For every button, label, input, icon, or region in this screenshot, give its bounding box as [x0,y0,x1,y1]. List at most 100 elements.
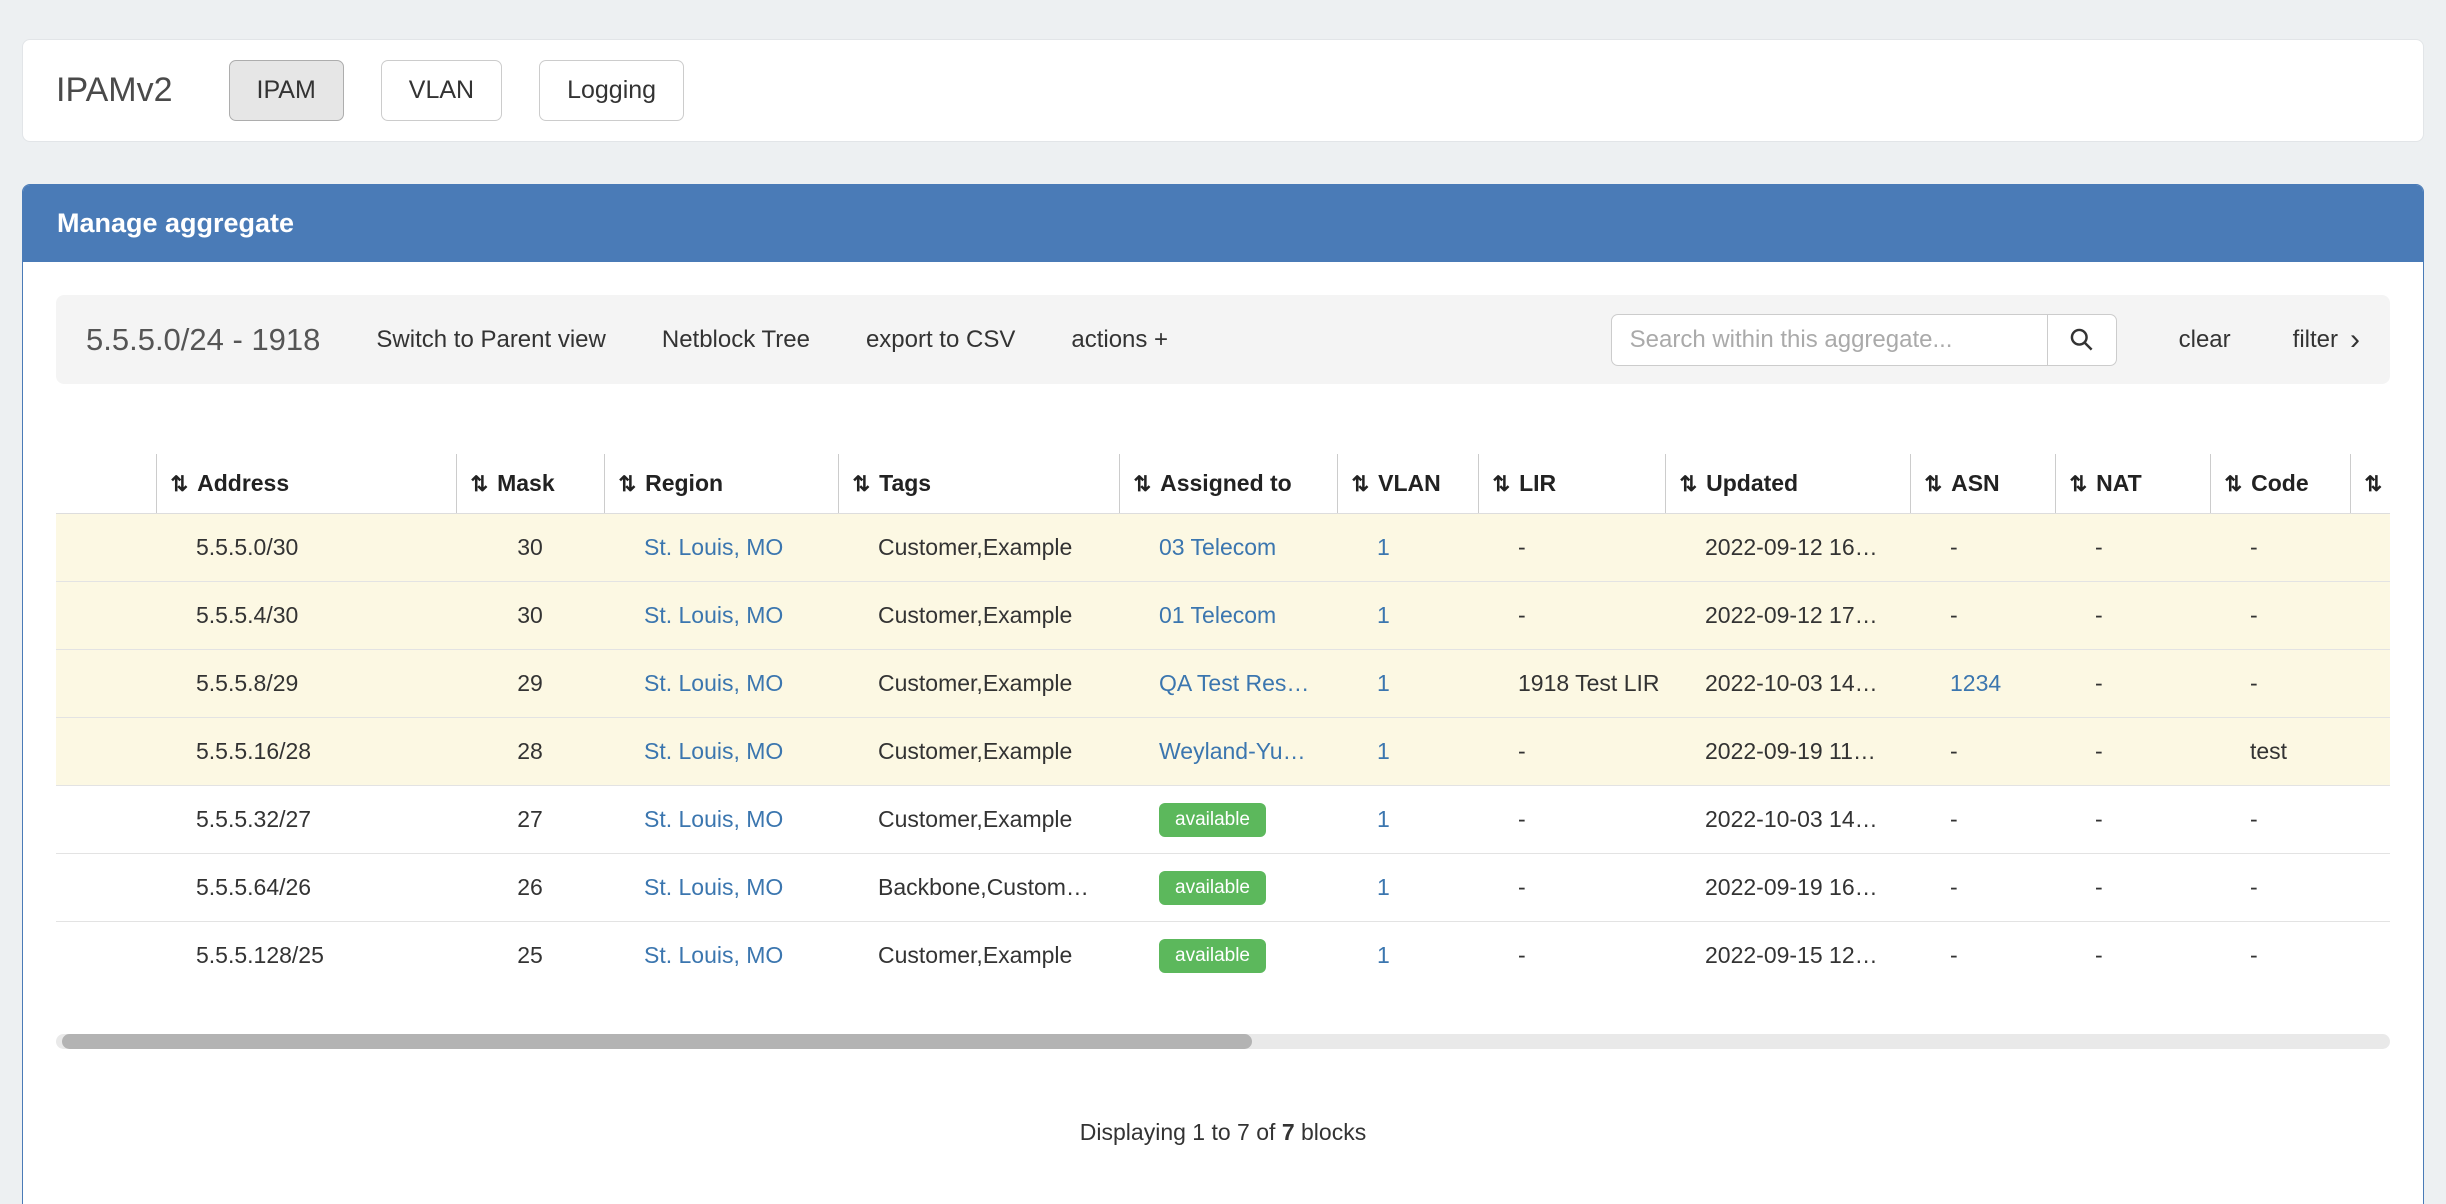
filter-link[interactable]: filter › [2293,325,2360,355]
updated-cell: 2022-10-03 14… [1665,650,1910,718]
vlan-link[interactable]: 1 [1377,806,1390,832]
region-cell: St. Louis, MO [604,718,838,786]
sort-icon[interactable]: ⇅ [1680,473,1698,496]
row-spacer-cell [56,718,156,786]
vlan-cell: 1 [1337,786,1478,854]
vlan-link[interactable]: 1 [1377,738,1390,764]
column-label: LIR [1519,470,1556,496]
code-cell: - [2210,922,2350,990]
actions-menu[interactable]: actions + [1071,326,1168,354]
column-header-nat[interactable]: ⇅ NAT [2055,454,2210,514]
region-cell: St. Louis, MO [604,582,838,650]
column-header-code[interactable]: ⇅Code [2210,454,2350,514]
sort-icon[interactable]: ⇅ [1925,473,1943,496]
region-link[interactable]: St. Louis, MO [644,534,783,560]
nat-cell: - [2055,854,2210,922]
column-label: ASN [1951,470,2000,496]
assigned-to-link[interactable]: 01 Telecom [1159,602,1276,628]
clipped-cell [2350,650,2390,718]
clear-link[interactable]: clear [2179,326,2231,354]
column-header-region[interactable]: ⇅Region [604,454,838,514]
row-spacer-cell [56,922,156,990]
sort-icon[interactable]: ⇅ [2070,473,2088,496]
table-row: 5.5.5.32/2727St. Louis, MOCustomer,Examp… [56,786,2390,854]
horizontal-scrollbar-thumb[interactable] [62,1034,1252,1049]
manage-aggregate-panel: Manage aggregate 5.5.5.0/24 - 1918 Switc… [22,184,2424,1204]
clipped-cell [2350,718,2390,786]
sort-icon[interactable]: ⇅ [471,473,489,496]
nat-cell: - [2055,650,2210,718]
updated-cell: 2022-10-03 14… [1665,786,1910,854]
column-header-clipped: ⇅ [2350,454,2390,514]
sort-icon[interactable]: ⇅ [1493,473,1511,496]
region-link[interactable]: St. Louis, MO [644,738,783,764]
column-header-tags[interactable]: ⇅ Tags [838,454,1119,514]
sort-icon[interactable]: ⇅ [1134,473,1152,496]
updated-cell: 2022-09-15 12… [1665,922,1910,990]
asn-link[interactable]: 1234 [1950,670,2001,696]
assigned-to-link[interactable]: 03 Telecom [1159,534,1276,560]
sort-icon[interactable]: ⇅ [171,473,189,496]
region-link[interactable]: St. Louis, MO [644,806,783,832]
clipped-cell [2350,854,2390,922]
updated-cell: 2022-09-19 11… [1665,718,1910,786]
column-label: VLAN [1378,470,1441,496]
assigned-to-link[interactable]: Weyland-Yu… [1159,738,1306,764]
column-label: Mask [497,470,555,496]
vlan-link[interactable]: 1 [1377,874,1390,900]
table-row: 5.5.5.8/2929St. Louis, MOCustomer,Exampl… [56,650,2390,718]
row-spacer-cell [56,786,156,854]
vlan-link[interactable]: 1 [1377,942,1390,968]
asn-cell: - [1910,514,2055,582]
code-cell: - [2210,854,2350,922]
sort-icon[interactable]: ⇅ [853,473,871,496]
column-header-asn[interactable]: ⇅ ASN [1910,454,2055,514]
column-header-vlan[interactable]: ⇅ VLAN [1337,454,1478,514]
region-link[interactable]: St. Louis, MO [644,874,783,900]
export-to-csv-link[interactable]: export to CSV [866,326,1015,354]
code-cell: - [2210,582,2350,650]
vlan-link[interactable]: 1 [1377,534,1390,560]
table-header-row: ⇅Address⇅Mask⇅Region⇅Tags⇅Assigned to⇅VL… [56,454,2390,514]
vlan-cell: 1 [1337,650,1478,718]
column-header-mask[interactable]: ⇅ Mask [456,454,604,514]
sort-icon[interactable]: ⇅ [619,473,637,496]
column-header-address[interactable]: ⇅Address [156,454,456,514]
netblock-tree-link[interactable]: Netblock Tree [662,326,810,354]
search-icon [2068,326,2095,353]
region-cell: St. Louis, MO [604,854,838,922]
nat-cell: - [2055,582,2210,650]
region-link[interactable]: St. Louis, MO [644,942,783,968]
column-header-assigned-to[interactable]: ⇅Assigned to [1119,454,1337,514]
assigned-to-link[interactable]: QA Test Res… [1159,670,1309,696]
region-cell: St. Louis, MO [604,650,838,718]
column-label: Tags [879,470,931,496]
switch-to-parent-view-link[interactable]: Switch to Parent view [376,326,605,354]
column-label: NAT [2096,470,2142,496]
tags-cell: Customer,Example [838,786,1119,854]
tab-ipam[interactable]: IPAM [229,60,344,121]
tab-logging[interactable]: Logging [539,60,684,121]
row-spacer-cell [56,650,156,718]
mask-cell: 29 [456,650,604,718]
region-link[interactable]: St. Louis, MO [644,670,783,696]
table-row: 5.5.5.64/2626St. Louis, MOBackbone,Custo… [56,854,2390,922]
horizontal-scrollbar[interactable] [56,1034,2390,1049]
assigned-to-cell: QA Test Res… [1119,650,1337,718]
sort-icon[interactable]: ⇅ [2365,473,2383,496]
tab-vlan[interactable]: VLAN [381,60,502,121]
sort-icon[interactable]: ⇅ [1352,473,1370,496]
vlan-link[interactable]: 1 [1377,602,1390,628]
assigned-to-cell: 01 Telecom [1119,582,1337,650]
lir-cell: - [1478,582,1665,650]
search-button[interactable] [2048,314,2117,366]
column-header-updated[interactable]: ⇅Updated [1665,454,1910,514]
sort-icon[interactable]: ⇅ [2225,473,2243,496]
region-link[interactable]: St. Louis, MO [644,602,783,628]
address-cell: 5.5.5.64/26 [156,854,456,922]
column-header-lir[interactable]: ⇅ LIR [1478,454,1665,514]
search-input[interactable] [1611,314,2048,366]
table-row: 5.5.5.4/3030St. Louis, MOCustomer,Exampl… [56,582,2390,650]
asn-cell: - [1910,582,2055,650]
vlan-link[interactable]: 1 [1377,670,1390,696]
